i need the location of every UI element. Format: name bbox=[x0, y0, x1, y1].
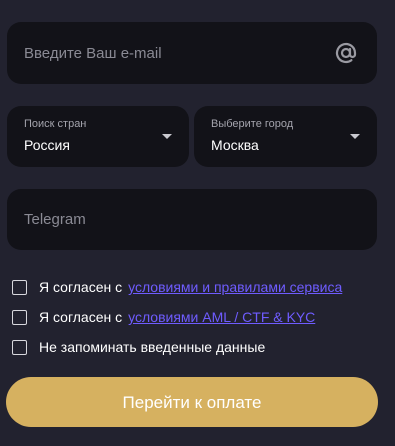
dont-remember-row: Не запоминать введенные данные bbox=[12, 337, 265, 357]
city-label: Выберите город bbox=[211, 118, 294, 130]
agree-terms-text: Я согласен с bbox=[39, 279, 123, 295]
terms-link[interactable]: условиями и правилами сервиса bbox=[128, 279, 342, 295]
country-label: Поиск стран bbox=[24, 118, 87, 130]
chevron-down-icon bbox=[350, 134, 360, 139]
agree-aml-text: Я согласен с bbox=[39, 309, 123, 325]
dont-remember-checkbox[interactable] bbox=[12, 339, 27, 355]
pay-button[interactable]: Перейти к оплате bbox=[6, 377, 378, 427]
agree-terms-checkbox[interactable] bbox=[12, 279, 27, 295]
aml-link[interactable]: условиями AML / CTF & KYC bbox=[128, 309, 315, 325]
email-input[interactable] bbox=[24, 22, 324, 84]
agree-aml-checkbox[interactable] bbox=[12, 309, 27, 325]
email-field[interactable] bbox=[7, 22, 377, 84]
at-icon bbox=[335, 42, 357, 64]
city-value: Москва bbox=[211, 137, 259, 153]
agree-terms-row: Я согласен с условиями и правилами серви… bbox=[12, 277, 342, 297]
dont-remember-text: Не запоминать введенные данные bbox=[39, 339, 266, 355]
chevron-down-icon bbox=[162, 134, 172, 139]
agree-aml-row: Я согласен с условиями AML / CTF & KYC bbox=[12, 307, 315, 327]
city-select[interactable]: Выберите город Москва bbox=[194, 106, 377, 167]
country-value: Россия bbox=[24, 137, 70, 153]
telegram-input[interactable] bbox=[24, 189, 324, 250]
telegram-field[interactable] bbox=[7, 189, 377, 250]
country-select[interactable]: Поиск стран Россия bbox=[7, 106, 189, 167]
